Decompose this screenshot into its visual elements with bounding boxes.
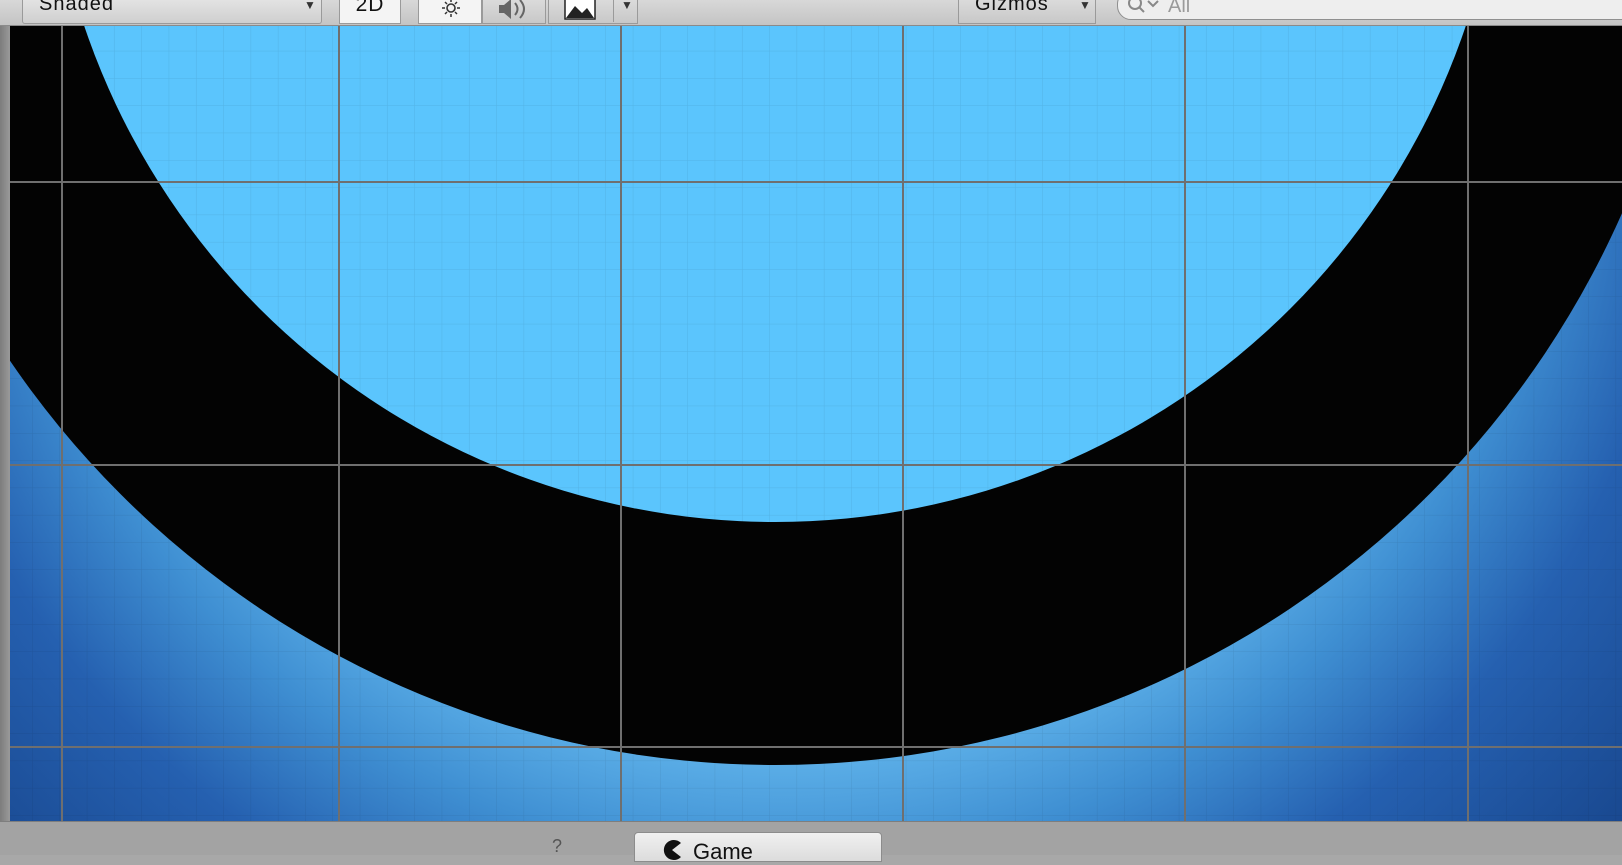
image-icon	[564, 0, 596, 20]
audio-toggle-button[interactable]	[482, 0, 546, 24]
shading-mode-dropdown[interactable]: Shaded ▼	[22, 0, 322, 24]
divider	[613, 0, 614, 22]
2d-mode-button[interactable]: 2D	[339, 0, 401, 24]
scene-toolbar: Shaded ▼ 2D ▼ Gizmos ▼ All	[0, 0, 1622, 26]
2d-mode-label: 2D	[355, 0, 385, 16]
effects-dropdown[interactable]: ▼	[548, 0, 638, 24]
gizmos-dropdown[interactable]: Gizmos ▼	[958, 0, 1096, 24]
tab-game-label: Game	[693, 839, 753, 864]
dropdown-arrow-icon: ▼	[1079, 0, 1091, 12]
hint-text: ?	[552, 836, 563, 856]
shading-mode-label: Shaded	[39, 0, 114, 15]
hierarchy-search-input[interactable]: All	[1117, 0, 1622, 20]
dropdown-arrow-icon[interactable]: ▼	[621, 0, 633, 12]
scene-canvas	[10, 26, 1622, 821]
scene-viewport[interactable]	[10, 26, 1622, 821]
search-icon[interactable]	[1126, 0, 1164, 17]
sun-icon	[442, 0, 460, 17]
panel-left-border	[0, 26, 10, 821]
tab-game[interactable]: Game	[634, 832, 882, 864]
dropdown-arrow-icon: ▼	[304, 0, 316, 12]
search-placeholder: All	[1168, 0, 1191, 17]
speaker-icon	[499, 0, 525, 19]
gizmos-label: Gizmos	[975, 0, 1049, 15]
pacman-icon	[663, 840, 681, 860]
lighting-toggle-button[interactable]	[418, 0, 482, 24]
fine-grid	[10, 26, 1622, 821]
